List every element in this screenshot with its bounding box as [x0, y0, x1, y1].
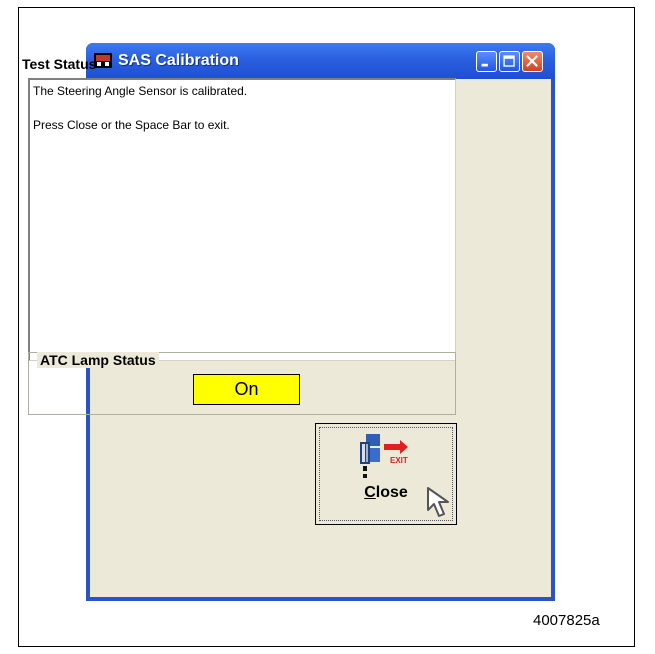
window-close-button[interactable] — [522, 51, 543, 72]
maximize-icon — [503, 55, 515, 67]
atc-lamp-indicator: On — [193, 374, 300, 405]
mouse-cursor-icon — [427, 487, 449, 517]
status-line: The Steering Angle Sensor is calibrated. — [33, 84, 248, 98]
test-status-label: Test Status — [22, 56, 97, 72]
test-status-textbox[interactable]: The Steering Angle Sensor is calibrated.… — [28, 78, 456, 361]
atc-lamp-status-label: ATC Lamp Status — [37, 352, 159, 368]
app-icon — [94, 53, 112, 68]
minimize-button[interactable] — [476, 51, 497, 72]
window-title: SAS Calibration — [118, 52, 239, 69]
status-line: Press Close or the Space Bar to exit. — [33, 118, 230, 132]
exit-icon: EXIT — [360, 434, 408, 478]
svg-text:EXIT: EXIT — [390, 456, 408, 465]
maximize-button[interactable] — [499, 51, 520, 72]
close-button[interactable]: EXIT Close — [315, 423, 457, 525]
close-x-icon — [526, 55, 538, 67]
title-bar[interactable]: SAS Calibration — [86, 43, 555, 79]
figure-id: 4007825a — [533, 612, 600, 629]
minimize-icon — [481, 63, 488, 67]
